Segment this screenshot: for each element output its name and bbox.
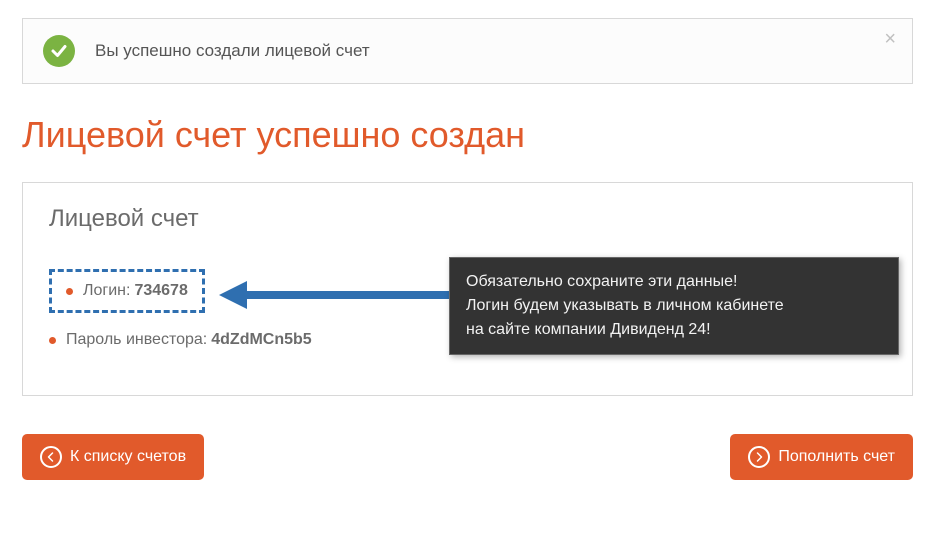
tooltip-line: на сайте компании Дивиденд 24! <box>466 318 882 342</box>
fields-area: Логин: 734678 Пароль инвестора: 4dZdMCn5… <box>49 269 886 349</box>
back-button-label: К списку счетов <box>70 448 186 466</box>
login-value: 734678 <box>134 282 187 300</box>
login-label: Логин: <box>83 282 130 300</box>
save-data-tooltip: Обязательно сохраните эти данные! Логин … <box>449 257 899 355</box>
login-highlight: Логин: 734678 <box>49 269 205 313</box>
arrow-right-icon <box>748 446 770 468</box>
back-to-list-button[interactable]: К списку счетов <box>22 434 204 480</box>
password-label: Пароль инвестора: <box>66 331 207 349</box>
button-row: К списку счетов Пополнить счет <box>22 434 913 480</box>
arrow-left-icon <box>40 446 62 468</box>
alert-message: Вы успешно создали лицевой счет <box>95 41 370 61</box>
page-title: Лицевой счет успешно создан <box>22 114 913 156</box>
bullet-icon <box>66 288 73 295</box>
tooltip-line: Логин будем указывать в личном кабинете <box>466 294 882 318</box>
tooltip-line: Обязательно сохраните эти данные! <box>466 270 882 294</box>
checkmark-icon <box>43 35 75 67</box>
bullet-icon <box>49 337 56 344</box>
close-icon[interactable]: × <box>884 29 896 49</box>
success-alert: Вы успешно создали лицевой счет × <box>22 18 913 84</box>
password-value: 4dZdMCn5b5 <box>211 331 311 349</box>
panel-title: Лицевой счет <box>49 205 886 233</box>
fund-account-button[interactable]: Пополнить счет <box>730 434 913 480</box>
fund-button-label: Пополнить счет <box>778 448 895 466</box>
account-panel: Лицевой счет Логин: 734678 Пароль инвест… <box>22 182 913 396</box>
